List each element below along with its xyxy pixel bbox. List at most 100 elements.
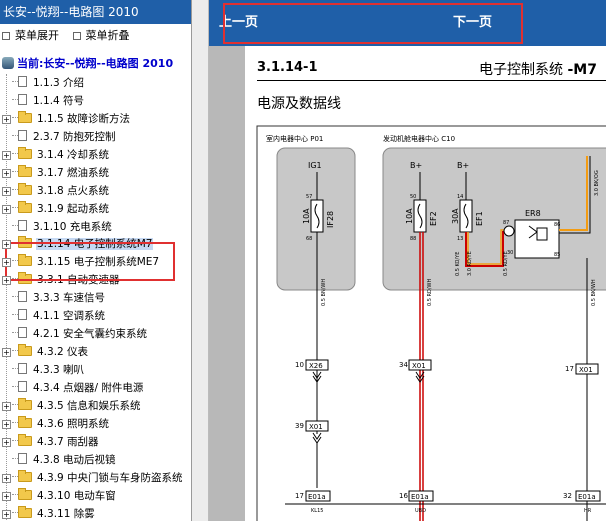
- tree-item[interactable]: 4.1.1 空调系统: [0, 307, 191, 325]
- tree-item-label: 1.1.5 故障诊断方法: [37, 112, 131, 125]
- folder-icon: [18, 164, 32, 177]
- expand-toggle-icon[interactable]: +: [2, 276, 11, 286]
- expand-menu-button[interactable]: 菜单展开: [2, 29, 59, 42]
- tree-item-label: 3.3.1 自动变速器: [37, 274, 120, 287]
- folder-icon: [18, 469, 32, 482]
- expand-toggle-icon[interactable]: +: [2, 491, 11, 501]
- tree-item[interactable]: 3.3.3 车速信号: [0, 289, 191, 307]
- folder-icon: [18, 272, 32, 285]
- document-viewer: 上一页 下一页 3.1.14-1 电子控制系统 -M7 电源及数据线 室内电器中…: [209, 0, 606, 521]
- document-icon: [18, 452, 27, 464]
- tree-item[interactable]: +4.3.11 除雾: [0, 505, 191, 521]
- relay-pin-c: 86: [554, 222, 560, 228]
- folder-icon: [18, 236, 32, 249]
- expand-toggle-icon[interactable]: +: [2, 348, 11, 358]
- conn2-pin: 34: [399, 361, 408, 369]
- tree-item[interactable]: 4.3.4 点烟器/ 附件电源: [0, 379, 191, 397]
- expand-toggle-icon[interactable]: +: [2, 186, 11, 196]
- expand-toggle-icon[interactable]: +: [2, 401, 11, 411]
- ig1-label: IG1: [308, 161, 322, 170]
- tree-item[interactable]: +3.1.14 电子控制系统M7: [0, 235, 191, 253]
- ecu3-label: E01a: [578, 493, 596, 501]
- tree-item[interactable]: +3.1.15 电子控制系统ME7: [0, 253, 191, 271]
- conn1-pin: 10: [295, 361, 304, 369]
- ecu1-pin: 17: [295, 492, 304, 500]
- tree-item[interactable]: 2.3.7 防抱死控制: [0, 128, 191, 146]
- tree-item[interactable]: +1.1.5 故障诊断方法: [0, 110, 191, 128]
- folder-icon: [18, 254, 32, 267]
- ecu2-label: E01a: [411, 493, 429, 501]
- tree-item-label: 4.1.1 空调系统: [33, 310, 106, 323]
- tree-item[interactable]: +4.3.7 雨刮器: [0, 433, 191, 451]
- expand-toggle-icon[interactable]: +: [2, 419, 11, 429]
- tree-item-label: 4.3.2 仪表: [37, 346, 89, 359]
- tree-item[interactable]: +3.1.7 燃油系统: [0, 164, 191, 182]
- expand-toggle-icon[interactable]: +: [2, 114, 11, 124]
- wiring-diagram: 室内电器中心 P01 发动机舱电器中心 C10 IG1 B+ B+ 57 50 …: [256, 125, 606, 521]
- fuse1-amp: 10A: [302, 208, 311, 224]
- page-subtitle: 电源及数据线: [257, 96, 341, 112]
- tree-item[interactable]: +4.3.9 中央门锁与车身防盗系统: [0, 469, 191, 487]
- tree-root-label: 当前:长安--悦翔--电路图 2010: [17, 57, 174, 70]
- tree-item[interactable]: 3.1.10 充电系统: [0, 218, 191, 236]
- tree-item-label: 3.3.3 车速信号: [33, 292, 106, 305]
- tree-item-label: 1.1.3 介绍: [33, 77, 85, 89]
- tree-item[interactable]: +4.3.2 仪表: [0, 343, 191, 361]
- expand-icon: [2, 32, 10, 40]
- tree-item[interactable]: +4.3.10 电动车窗: [0, 487, 191, 505]
- expand-toggle-icon[interactable]: +: [2, 150, 11, 160]
- tree-item[interactable]: +4.3.6 照明系统: [0, 415, 191, 433]
- tree-item[interactable]: 4.3.8 电动后视镜: [0, 451, 191, 469]
- fuse2-pin-top: 50: [410, 194, 416, 200]
- ecu3-pin: 32: [563, 492, 572, 500]
- wire5-label: 0.5 RD/YE: [503, 251, 509, 276]
- expand-toggle-icon[interactable]: +: [2, 437, 11, 447]
- tree-item[interactable]: +3.1.8 点火系统: [0, 182, 191, 200]
- ecu3-signal: HR: [584, 508, 592, 514]
- tree-item-label: 3.1.10 充电系统: [33, 220, 112, 233]
- tree-item[interactable]: 1.1.4 符号: [0, 92, 191, 110]
- tree-item[interactable]: 1.1.3 介绍: [0, 74, 191, 92]
- folder-icon: [18, 146, 32, 159]
- tree-item-label: 2.3.7 防抱死控制: [33, 130, 116, 143]
- wire2-label: 0.5 RD/WH: [427, 279, 433, 306]
- expand-toggle-icon[interactable]: +: [2, 509, 11, 519]
- expand-toggle-icon[interactable]: +: [2, 258, 11, 268]
- wire4-label: 3.0 RD/YE: [467, 251, 473, 276]
- document-icon: [18, 76, 27, 87]
- tree-item[interactable]: +3.1.9 起动系统: [0, 200, 191, 218]
- fuse2-name: EF2: [429, 211, 438, 226]
- expand-toggle-icon[interactable]: +: [2, 204, 11, 214]
- conn4-label: X01: [309, 423, 323, 431]
- tree-item-label: 4.2.1 安全气囊约束系统: [33, 328, 148, 341]
- expand-toggle-icon[interactable]: +: [2, 168, 11, 178]
- collapse-menu-button[interactable]: 菜单折叠: [72, 29, 130, 42]
- expand-toggle-icon[interactable]: +: [2, 473, 11, 483]
- relay-name: ER8: [525, 209, 541, 218]
- tree-item[interactable]: 4.3.3 喇叭: [0, 361, 191, 379]
- tree-item-label: 3.1.7 燃油系统: [37, 166, 110, 179]
- conn2-label: X01: [412, 362, 426, 370]
- ecu2-pin: 16: [399, 492, 408, 500]
- fuse3-amp: 30A: [451, 208, 460, 224]
- tree-item[interactable]: +3.1.4 冷却系统: [0, 146, 191, 164]
- folder-icon: [18, 344, 32, 357]
- nav-highlight-box: [223, 3, 523, 44]
- fuse1-name: IF28: [326, 211, 335, 228]
- tree-item[interactable]: +4.3.5 信息和娱乐系统: [0, 397, 191, 415]
- fuse3-name: EF1: [475, 211, 484, 226]
- tree-item[interactable]: 4.2.1 安全气囊约束系统: [0, 325, 191, 343]
- tree-item-label: 3.1.9 起动系统: [37, 202, 110, 215]
- folder-icon: [18, 200, 32, 213]
- document-icon: [18, 93, 27, 105]
- pane-splitter[interactable]: [191, 0, 209, 521]
- tree-item[interactable]: +3.3.1 自动变速器: [0, 271, 191, 289]
- tree-item-label: 4.3.7 雨刮器: [37, 435, 99, 448]
- tree-root[interactable]: 当前:长安--悦翔--电路图 2010: [0, 54, 191, 74]
- tree-item-label: 1.1.4 符号: [33, 94, 85, 107]
- expand-toggle-icon[interactable]: +: [2, 240, 11, 250]
- document-page: 3.1.14-1 电子控制系统 -M7 电源及数据线 室内电器中心 P01 发动…: [245, 46, 606, 521]
